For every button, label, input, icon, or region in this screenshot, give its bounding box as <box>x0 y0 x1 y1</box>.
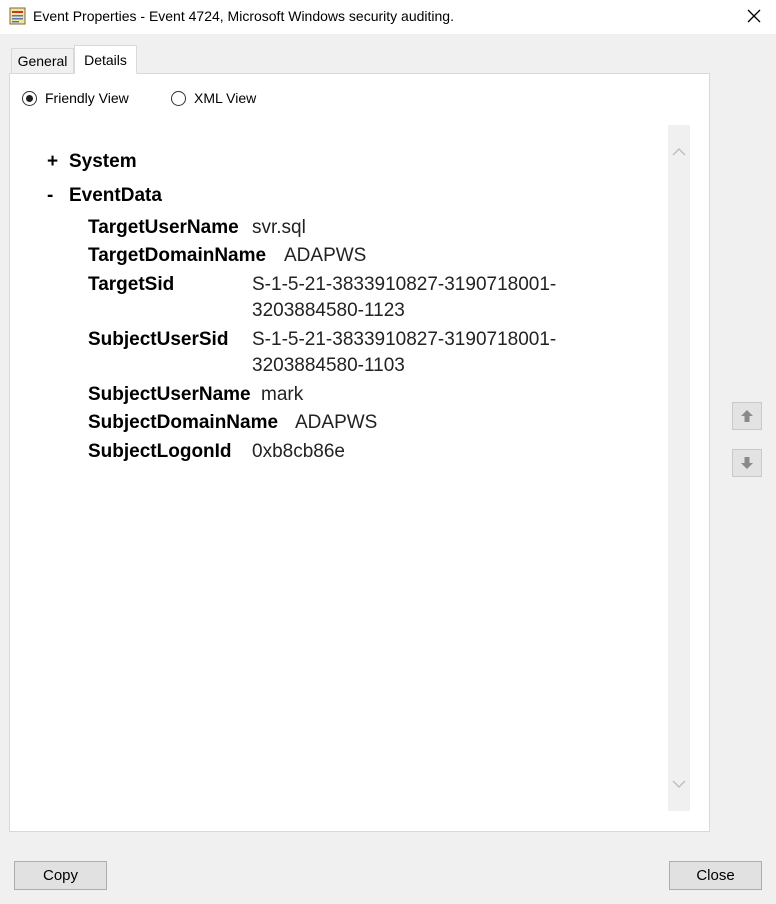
field-name-target-domain-name: TargetDomainName <box>88 245 267 266</box>
field-name-target-user-name: TargetUserName <box>88 217 239 238</box>
chevron-down-icon[interactable] <box>672 777 686 791</box>
friendly-view-radio[interactable]: Friendly View <box>22 90 129 106</box>
details-panel: Friendly View XML View + System - EventDat… <box>9 73 710 832</box>
title-bar: Event Properties - Event 4724, Microsoft… <box>0 0 776 34</box>
window-close-button[interactable] <box>742 4 766 28</box>
field-value-subject-user-sid-line1: S-1-5-21-3833910827-3190718001- <box>252 329 557 350</box>
tree-node-system[interactable]: + System <box>47 151 137 173</box>
close-button[interactable]: Close <box>669 861 762 890</box>
event-details-content: + System - EventData TargetUserName svr.sq… <box>32 125 668 811</box>
xml-view-radio[interactable]: XML View <box>171 90 256 106</box>
field-value-target-user-name: svr.sql <box>252 217 306 238</box>
event-details-viewer[interactable]: + System - EventData TargetUserName svr.sq… <box>32 125 690 811</box>
field-name-subject-logon-id: SubjectLogonId <box>88 441 232 462</box>
tab-general[interactable]: General <box>11 48 74 73</box>
field-value-target-sid-line1: S-1-5-21-3833910827-3190718001- <box>252 274 557 295</box>
field-value-target-sid-line2: 3203884580-1123 <box>252 300 405 321</box>
window-title: Event Properties - Event 4724, Microsoft… <box>33 8 454 24</box>
event-viewer-icon <box>9 7 26 25</box>
tree-node-eventdata[interactable]: - EventData <box>47 185 162 207</box>
field-value-target-domain-name: ADAPWS <box>284 245 367 266</box>
field-name-subject-domain-name: SubjectDomainName <box>88 412 279 433</box>
field-value-subject-logon-id: 0xb8cb86e <box>252 441 345 462</box>
collapse-toggle[interactable]: - <box>47 185 69 207</box>
expand-toggle[interactable]: + <box>47 151 69 173</box>
chevron-up-icon[interactable] <box>672 145 686 159</box>
friendly-view-label: Friendly View <box>45 90 129 106</box>
arrow-down-icon <box>741 457 753 469</box>
field-name-subject-user-sid: SubjectUserSid <box>88 329 229 350</box>
arrow-up-icon <box>741 410 753 422</box>
close-icon <box>747 9 761 23</box>
field-name-subject-user-name: SubjectUserName <box>88 384 251 405</box>
copy-button[interactable]: Copy <box>14 861 107 890</box>
field-value-subject-domain-name: ADAPWS <box>295 412 378 433</box>
field-value-subject-user-sid-line2: 3203884580-1103 <box>252 355 405 376</box>
previous-event-button[interactable] <box>732 402 762 430</box>
xml-view-label: XML View <box>194 90 257 106</box>
vertical-scrollbar[interactable] <box>668 125 690 811</box>
field-value-subject-user-name: mark <box>261 384 304 405</box>
radio-checked-icon <box>22 90 37 106</box>
next-event-button[interactable] <box>732 449 762 477</box>
radio-unchecked-icon <box>171 90 186 106</box>
tree-node-label: System <box>69 151 137 172</box>
field-name-target-sid: TargetSid <box>88 274 175 295</box>
tab-details[interactable]: Details <box>74 45 137 74</box>
tree-node-label: EventData <box>69 185 162 206</box>
